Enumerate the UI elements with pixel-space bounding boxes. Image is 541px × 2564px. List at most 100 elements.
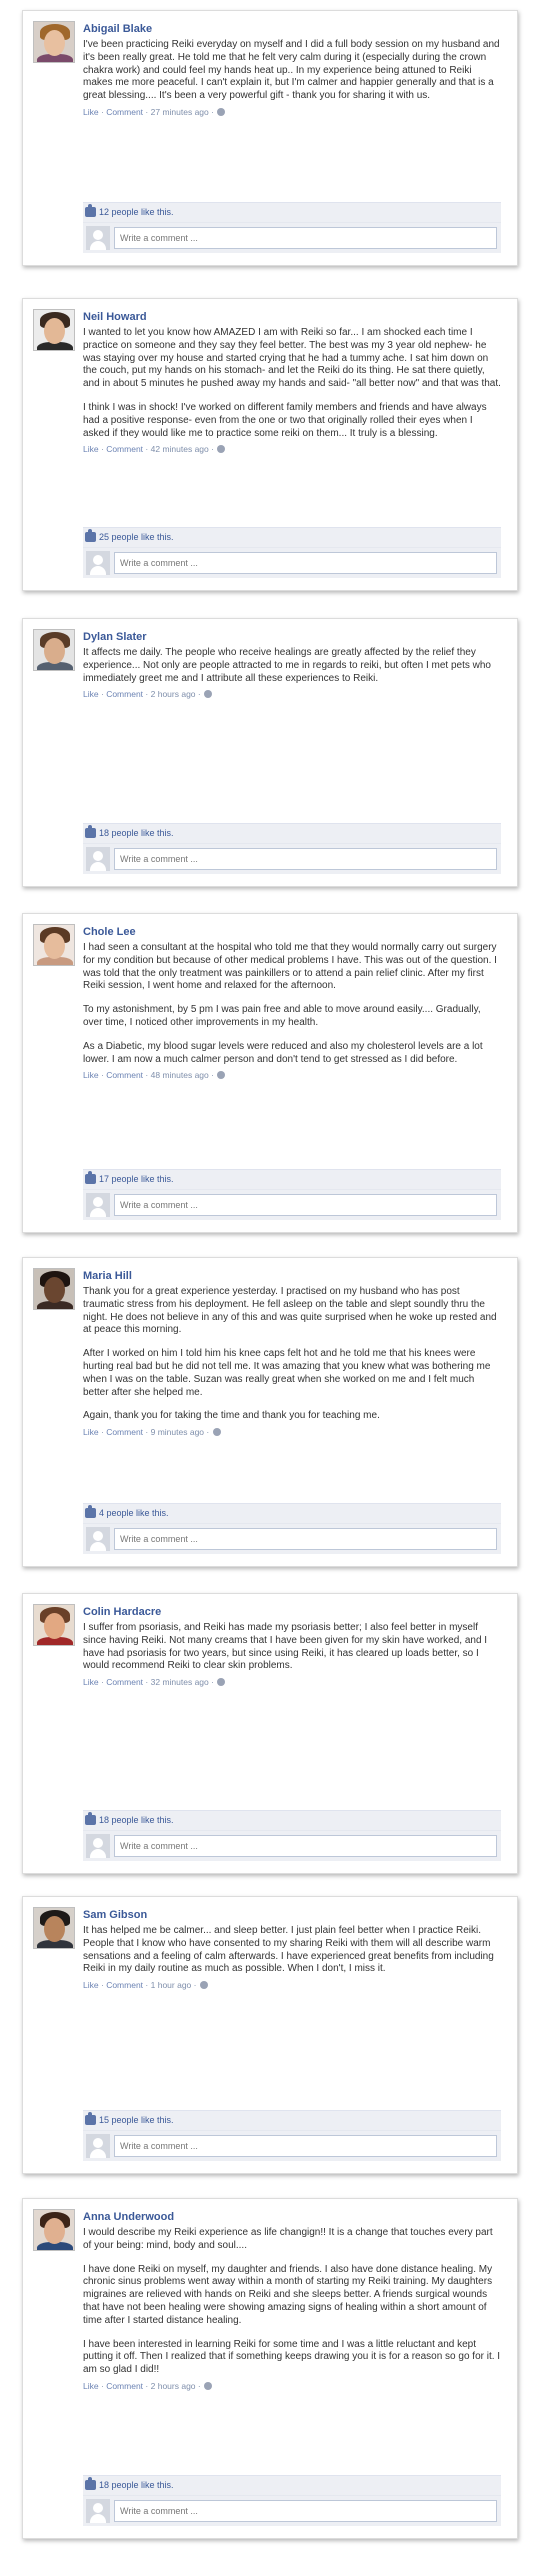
post-timestamp[interactable]: 9 minutes ago bbox=[151, 1427, 204, 1437]
like-link[interactable]: Like bbox=[83, 1427, 99, 1437]
like-count[interactable]: 18 people like this. bbox=[99, 2480, 174, 2490]
avatar[interactable] bbox=[33, 629, 75, 671]
post-card: Sam Gibson It has helped me be calmer... … bbox=[22, 1896, 518, 2174]
avatar[interactable] bbox=[33, 309, 75, 351]
author-name[interactable]: Dylan Slater bbox=[83, 631, 501, 643]
post-paragraph: I have been interested in learning Reiki… bbox=[83, 2338, 501, 2376]
likes-row: 18 people like this. bbox=[83, 2476, 501, 2496]
comment-box: Write a comment ... bbox=[83, 1831, 501, 1861]
post-timestamp[interactable]: 2 hours ago bbox=[151, 2381, 196, 2391]
author-name[interactable]: Neil Howard bbox=[83, 311, 501, 323]
post-timestamp[interactable]: 48 minutes ago bbox=[151, 1070, 209, 1080]
avatar[interactable] bbox=[33, 924, 75, 966]
comment-input[interactable]: Write a comment ... bbox=[114, 2135, 497, 2157]
post-card: Dylan Slater It affects me daily. The peo… bbox=[22, 618, 518, 887]
meta-separator: · bbox=[211, 444, 214, 455]
comment-box: Write a comment ... bbox=[83, 844, 501, 874]
meta-separator: · bbox=[145, 106, 149, 117]
like-link[interactable]: Like bbox=[83, 1677, 99, 1687]
like-link[interactable]: Like bbox=[83, 2381, 99, 2391]
post-paragraph: As a Diabetic, my blood sugar levels wer… bbox=[83, 1040, 483, 1065]
comment-link[interactable]: Comment bbox=[106, 107, 143, 117]
meta-separator: · bbox=[197, 689, 201, 700]
default-avatar-icon bbox=[86, 2134, 110, 2158]
post-timestamp[interactable]: 42 minutes ago bbox=[151, 444, 209, 454]
testimonial-feed: Abigail Blake I've been practicing Reiki … bbox=[0, 0, 541, 2564]
like-link[interactable]: Like bbox=[83, 689, 99, 699]
like-link[interactable]: Like bbox=[83, 444, 99, 454]
comment-input[interactable]: Write a comment ... bbox=[114, 552, 497, 574]
post-paragraph: It affects me daily. The people who rece… bbox=[83, 647, 491, 684]
like-link[interactable]: Like bbox=[83, 107, 99, 117]
likes-row: 4 people like this. bbox=[83, 1504, 501, 1524]
avatar[interactable] bbox=[33, 1268, 75, 1310]
like-count[interactable]: 18 people like this. bbox=[99, 1815, 174, 1825]
author-name[interactable]: Maria Hill bbox=[83, 1270, 501, 1282]
like-count[interactable]: 18 people like this. bbox=[99, 828, 174, 838]
comment-link[interactable]: Comment bbox=[106, 1677, 143, 1687]
post-meta: Like · Comment · 48 minutes ago · bbox=[83, 1069, 501, 1081]
post-paragraph: It has helped me be calmer... and sleep … bbox=[83, 1925, 494, 1975]
post-meta: Like · Comment · 27 minutes ago · bbox=[83, 106, 501, 118]
avatar-face bbox=[44, 1613, 65, 1639]
avatar[interactable] bbox=[33, 2209, 75, 2251]
post-body: Neil Howard I wanted to let you know how … bbox=[83, 311, 501, 455]
like-count[interactable]: 12 people like this. bbox=[99, 207, 174, 217]
meta-separator: · bbox=[145, 1427, 149, 1438]
avatar-face bbox=[44, 1916, 65, 1942]
like-count[interactable]: 4 people like this. bbox=[99, 1508, 169, 1518]
post-timestamp[interactable]: 32 minutes ago bbox=[151, 1677, 209, 1687]
post-footer: 18 people like this. Write a comment ... bbox=[83, 823, 501, 874]
avatar-face bbox=[44, 2218, 65, 2244]
like-count[interactable]: 25 people like this. bbox=[99, 532, 174, 542]
comment-input[interactable]: Write a comment ... bbox=[114, 227, 497, 249]
thumbs-up-icon bbox=[85, 1812, 96, 1825]
comment-link[interactable]: Comment bbox=[106, 1070, 143, 1080]
meta-separator: · bbox=[100, 444, 104, 455]
author-name[interactable]: Chole Lee bbox=[83, 926, 501, 938]
comment-link[interactable]: Comment bbox=[106, 2381, 143, 2391]
likes-row: 12 people like this. bbox=[83, 203, 501, 223]
author-name[interactable]: Abigail Blake bbox=[83, 23, 501, 35]
meta-separator: · bbox=[145, 689, 149, 700]
post-card: Neil Howard I wanted to let you know how … bbox=[22, 298, 518, 591]
comment-input[interactable]: Write a comment ... bbox=[114, 1835, 497, 1857]
post-paragraph: I had seen a consultant at the hospital … bbox=[83, 942, 497, 992]
meta-separator: · bbox=[145, 444, 149, 455]
avatar-face bbox=[44, 638, 65, 664]
post-timestamp[interactable]: 2 hours ago bbox=[151, 689, 196, 699]
comment-link[interactable]: Comment bbox=[106, 444, 143, 454]
avatar[interactable] bbox=[33, 21, 75, 63]
author-name[interactable]: Anna Underwood bbox=[83, 2211, 501, 2223]
meta-separator: · bbox=[145, 1980, 149, 1991]
post-body: Sam Gibson It has helped me be calmer... … bbox=[83, 1909, 501, 1991]
avatar-face bbox=[44, 933, 65, 959]
post-meta: Like · Comment · 2 hours ago · bbox=[83, 688, 501, 700]
comment-input[interactable]: Write a comment ... bbox=[114, 1528, 497, 1550]
like-count[interactable]: 17 people like this. bbox=[99, 1174, 174, 1184]
post-meta: Like · Comment · 2 hours ago · bbox=[83, 2380, 501, 2392]
avatar[interactable] bbox=[33, 1604, 75, 1646]
like-link[interactable]: Like bbox=[83, 1070, 99, 1080]
post-card: Chole Lee I had seen a consultant at the … bbox=[22, 913, 518, 1233]
post-timestamp[interactable]: 1 hour ago bbox=[151, 1980, 192, 1990]
comment-input[interactable]: Write a comment ... bbox=[114, 2500, 497, 2522]
comment-link[interactable]: Comment bbox=[106, 689, 143, 699]
default-avatar-icon bbox=[86, 2499, 110, 2523]
post-timestamp[interactable]: 27 minutes ago bbox=[151, 107, 209, 117]
comment-link[interactable]: Comment bbox=[106, 1427, 143, 1437]
meta-separator: · bbox=[100, 689, 104, 700]
author-name[interactable]: Colin Hardacre bbox=[83, 1606, 501, 1618]
like-count[interactable]: 15 people like this. bbox=[99, 2115, 174, 2125]
thumbs-up-icon bbox=[85, 1505, 96, 1518]
post-card: Maria Hill Thank you for a great experien… bbox=[22, 1257, 518, 1567]
comment-link[interactable]: Comment bbox=[106, 1980, 143, 1990]
avatar[interactable] bbox=[33, 1907, 75, 1949]
author-name[interactable]: Sam Gibson bbox=[83, 1909, 501, 1921]
comment-input[interactable]: Write a comment ... bbox=[114, 1194, 497, 1216]
default-avatar-icon bbox=[86, 847, 110, 871]
meta-separator: · bbox=[100, 2380, 104, 2391]
thumbs-up-icon bbox=[85, 2477, 96, 2490]
like-link[interactable]: Like bbox=[83, 1980, 99, 1990]
comment-input[interactable]: Write a comment ... bbox=[114, 848, 497, 870]
